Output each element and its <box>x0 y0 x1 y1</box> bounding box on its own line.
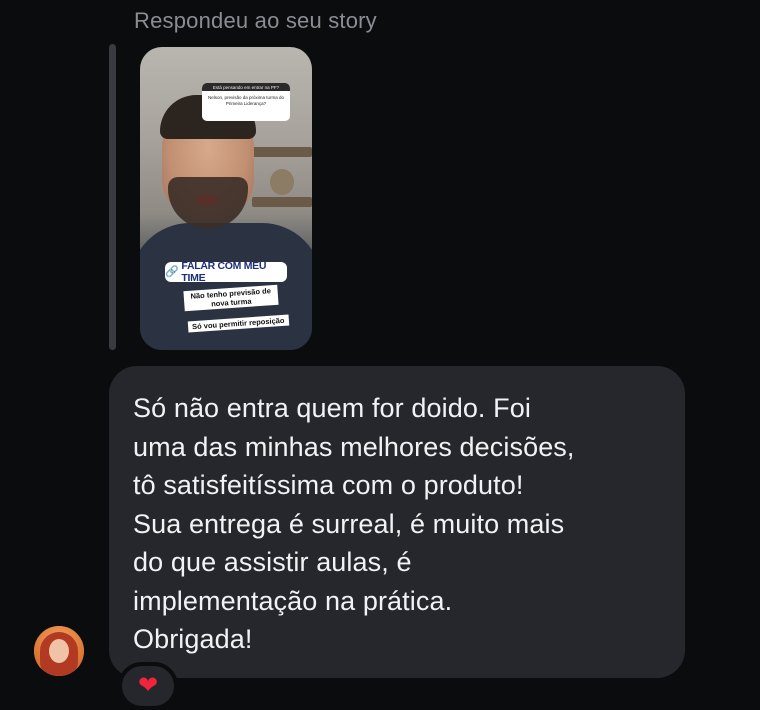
heart-icon: ❤ <box>137 672 159 699</box>
person-body <box>140 223 312 350</box>
message-bubble[interactable]: Só não entra quem for doido. Foi uma das… <box>109 366 685 678</box>
quote-bar <box>109 44 116 350</box>
message-text: Só não entra quem for doido. Foi uma das… <box>133 393 575 654</box>
background-shelf-lower <box>252 197 312 207</box>
link-sticker[interactable]: 🔗 FALAR COM MEU TIME <box>165 260 287 284</box>
story-thumbnail[interactable]: Está pensando em entrar na PF? Nelson, p… <box>140 47 312 350</box>
reply-header: Respondeu ao seu story <box>134 8 377 33</box>
background-shelf <box>252 147 312 157</box>
person-mouth <box>196 195 218 205</box>
avatar-face <box>49 639 69 663</box>
link-sticker-label: FALAR COM MEU TIME <box>181 260 267 284</box>
question-sticker-title: Está pensando em entrar na PF? <box>202 83 290 91</box>
link-icon: 🔗 <box>165 265 179 278</box>
question-sticker-body: Nelson, previsão da próxima turma do Pri… <box>207 95 285 106</box>
reaction-badge[interactable]: ❤ <box>118 662 178 710</box>
question-sticker: Está pensando em entrar na PF? Nelson, p… <box>202 83 290 121</box>
sender-avatar[interactable] <box>34 626 84 676</box>
shelf-decoration <box>270 169 294 195</box>
